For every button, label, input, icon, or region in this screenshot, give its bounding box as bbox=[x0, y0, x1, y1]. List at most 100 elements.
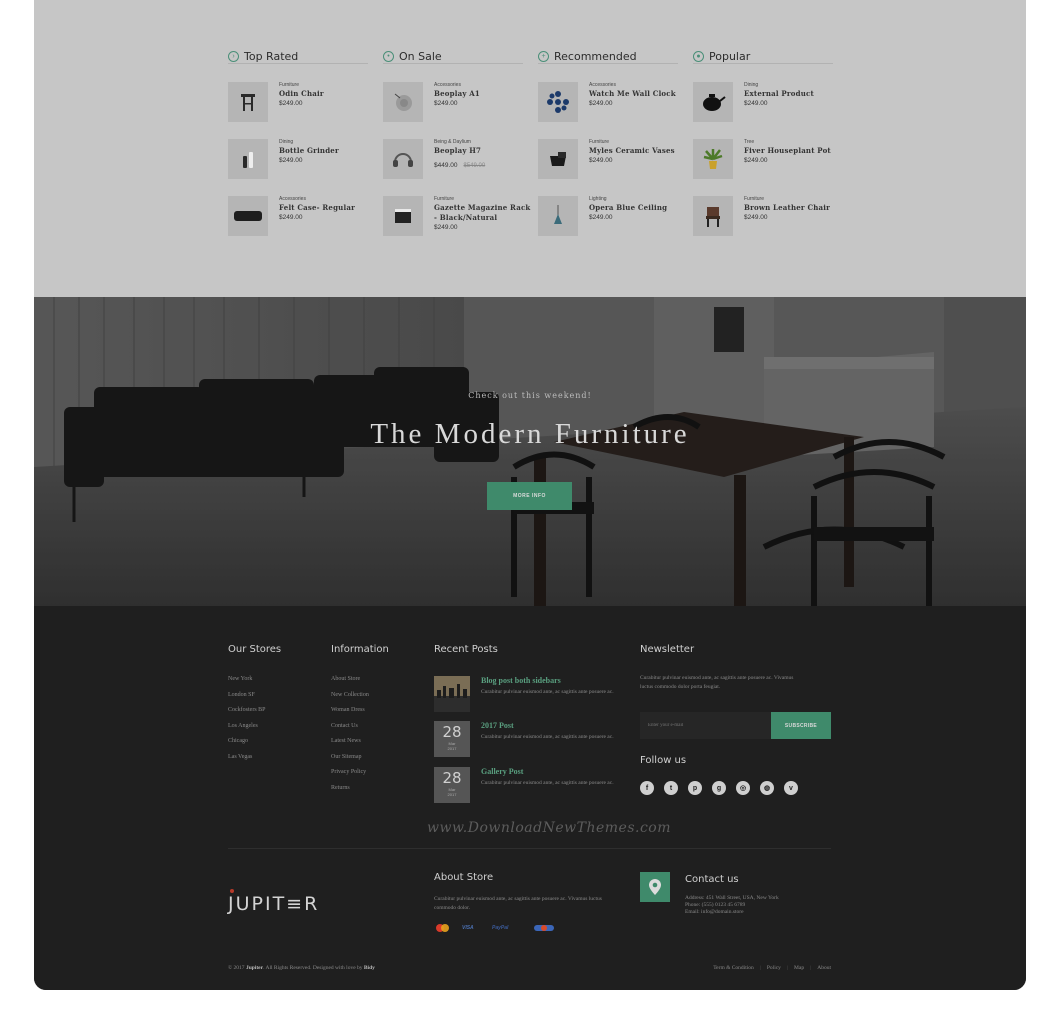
info-link[interactable]: New Collection bbox=[331, 688, 369, 704]
recent-posts-heading: Recent Posts bbox=[434, 644, 498, 655]
product-thumb-clock[interactable] bbox=[538, 82, 578, 122]
twitter-icon[interactable]: t bbox=[664, 781, 678, 795]
product-column-recommended: + Recommended Accessories Watch Me Wall … bbox=[538, 50, 678, 253]
post-title[interactable]: 2017 Post bbox=[481, 721, 514, 730]
info-link[interactable]: Latest News bbox=[331, 734, 369, 750]
old-price: $549.00 bbox=[463, 163, 486, 169]
store-link[interactable]: New York bbox=[228, 672, 266, 688]
store-link[interactable]: London SF bbox=[228, 688, 266, 704]
info-link[interactable]: Contact Us bbox=[331, 719, 369, 735]
product-item[interactable]: Furniture Brown Leather Chair $249.00 bbox=[693, 196, 833, 253]
info-link[interactable]: Our Sitemap bbox=[331, 750, 369, 766]
tag-circle-icon: • bbox=[383, 51, 394, 62]
instagram-icon[interactable]: ◎ bbox=[736, 781, 750, 795]
product-item[interactable]: Tree Fiver Houseplant Pot $249.00 bbox=[693, 139, 833, 196]
product-name[interactable]: Gazette Magazine Rack - Black/Natural bbox=[434, 203, 534, 223]
product-thumb-kettle[interactable] bbox=[693, 82, 733, 122]
map-pin-icon-box bbox=[640, 872, 670, 902]
column-header: ● Popular bbox=[693, 50, 833, 64]
product-thumb-rack[interactable] bbox=[383, 196, 423, 236]
product-category: Being & Daylium bbox=[434, 139, 471, 145]
product-item[interactable]: Lighting Opera Blue Ceiling $249.00 bbox=[538, 196, 678, 253]
info-link[interactable]: Woman Dress bbox=[331, 703, 369, 719]
product-item[interactable]: Dining Bottle Grinder $249.00 bbox=[228, 139, 368, 196]
product-category: Accessories bbox=[434, 82, 461, 88]
product-thumb-lamp[interactable] bbox=[538, 196, 578, 236]
product-item[interactable]: Accessories Beoplay A1 $249.00 bbox=[383, 82, 523, 139]
jupiter-logo[interactable]: JUPIT≡R bbox=[228, 893, 319, 915]
post-title[interactable]: Blog post both sidebars bbox=[481, 676, 561, 685]
about-link[interactable]: About bbox=[817, 965, 831, 971]
discover-icon bbox=[534, 924, 554, 932]
product-name[interactable]: Beoplay A1 bbox=[434, 89, 534, 99]
product-item[interactable]: Furniture Odin Chair $249.00 bbox=[228, 82, 368, 139]
product-item[interactable]: Dining External Product $249.00 bbox=[693, 82, 833, 139]
product-column-popular: ● Popular Dining External Product $249.0… bbox=[693, 50, 833, 253]
post-title[interactable]: Gallery Post bbox=[481, 767, 523, 776]
subscribe-button[interactable]: SUBSCRIBE bbox=[771, 712, 831, 739]
product-item[interactable]: Accessories Watch Me Wall Clock $249.00 bbox=[538, 82, 678, 139]
hero-background-image bbox=[34, 297, 1026, 606]
vimeo-icon[interactable]: v bbox=[784, 781, 798, 795]
product-name[interactable]: Watch Me Wall Clock bbox=[589, 89, 689, 99]
product-thumb-plant[interactable] bbox=[693, 139, 733, 179]
recent-post[interactable]: 28 Mar 2017 Gallery Post Curabitur pulvi… bbox=[434, 767, 624, 807]
hero-banner: Check out this weekend! The Modern Furni… bbox=[34, 297, 1026, 606]
info-link[interactable]: About Store bbox=[331, 672, 369, 688]
copyright-author[interactable]: Bidy bbox=[364, 965, 375, 971]
product-price: $249.00 bbox=[744, 214, 768, 221]
post-date-badge[interactable]: 28 Mar 2017 bbox=[434, 767, 470, 803]
copyright-prefix: © 2017 bbox=[228, 965, 246, 971]
product-name[interactable]: Felt Case- Regular bbox=[279, 203, 379, 213]
product-name[interactable]: Fiver Houseplant Pot bbox=[744, 146, 844, 156]
link-separator: | bbox=[759, 965, 761, 971]
watermark-text: www.DownloadNewThemes.com bbox=[427, 820, 672, 836]
product-name[interactable]: Odin Chair bbox=[279, 89, 379, 99]
post-date-badge[interactable]: 28 Mar 2017 bbox=[434, 721, 470, 757]
product-category: Furniture bbox=[744, 196, 765, 202]
terms-link[interactable]: Term & Condition bbox=[713, 965, 754, 971]
google-plus-icon[interactable]: g bbox=[712, 781, 726, 795]
product-thumb-headphones[interactable] bbox=[383, 139, 423, 179]
contact-us-heading: Contact us bbox=[685, 874, 739, 885]
site-footer: Our Stores New York London SF Cockfoster… bbox=[34, 606, 1026, 990]
store-link[interactable]: Los Angeles bbox=[228, 719, 266, 735]
post-thumbnail-image[interactable] bbox=[434, 676, 470, 712]
product-name[interactable]: Brown Leather Chair bbox=[744, 203, 844, 213]
newsletter-email-input[interactable] bbox=[640, 712, 771, 739]
product-name[interactable]: Beoplay H7 bbox=[434, 146, 534, 156]
policy-link[interactable]: Policy bbox=[767, 965, 781, 971]
product-name[interactable]: Bottle Grinder bbox=[279, 146, 379, 156]
dribbble-icon[interactable]: ◍ bbox=[760, 781, 774, 795]
more-info-button[interactable]: MORE INFO bbox=[487, 482, 572, 510]
product-price: $249.00 bbox=[434, 224, 458, 231]
product-item[interactable]: Furniture Gazette Magazine Rack - Black/… bbox=[383, 196, 530, 253]
product-name[interactable]: Myles Ceramic Vases bbox=[589, 146, 689, 156]
product-thumb-stool[interactable] bbox=[228, 82, 268, 122]
product-price: $249.00 bbox=[279, 157, 303, 164]
store-link[interactable]: Las Vegas bbox=[228, 750, 266, 766]
product-thumb-speaker[interactable] bbox=[383, 82, 423, 122]
product-name[interactable]: External Product bbox=[744, 89, 844, 99]
product-item[interactable]: Accessories Felt Case- Regular $249.00 bbox=[228, 196, 368, 253]
info-link[interactable]: Privacy Policy bbox=[331, 765, 369, 781]
copyright-brand[interactable]: Jupiter bbox=[246, 965, 263, 971]
store-link[interactable]: Chicago bbox=[228, 734, 266, 750]
product-thumb-case[interactable] bbox=[228, 196, 268, 236]
facebook-icon[interactable]: f bbox=[640, 781, 654, 795]
product-item[interactable]: Furniture Myles Ceramic Vases $249.00 bbox=[538, 139, 678, 196]
product-thumb-vase[interactable] bbox=[538, 139, 578, 179]
product-thumb-chair[interactable] bbox=[693, 196, 733, 236]
product-thumb-bottles[interactable] bbox=[228, 139, 268, 179]
pinterest-icon[interactable]: p bbox=[688, 781, 702, 795]
store-link[interactable]: Cockfosters BP bbox=[228, 703, 266, 719]
footer-divider bbox=[228, 848, 831, 849]
product-name[interactable]: Opera Blue Ceiling bbox=[589, 203, 689, 213]
our-stores-list: New York London SF Cockfosters BP Los An… bbox=[228, 672, 266, 765]
column-title: Top Rated bbox=[244, 50, 305, 63]
map-link[interactable]: Map bbox=[794, 965, 804, 971]
info-link[interactable]: Returns bbox=[331, 781, 369, 797]
recent-post[interactable]: 28 Mar 2017 2017 Post Curabitur pulvinar… bbox=[434, 721, 624, 761]
recent-post[interactable]: Blog post both sidebars Curabitur pulvin… bbox=[434, 676, 624, 716]
product-item[interactable]: Being & Daylium Beoplay H7 $449.00 $549.0… bbox=[383, 139, 523, 196]
